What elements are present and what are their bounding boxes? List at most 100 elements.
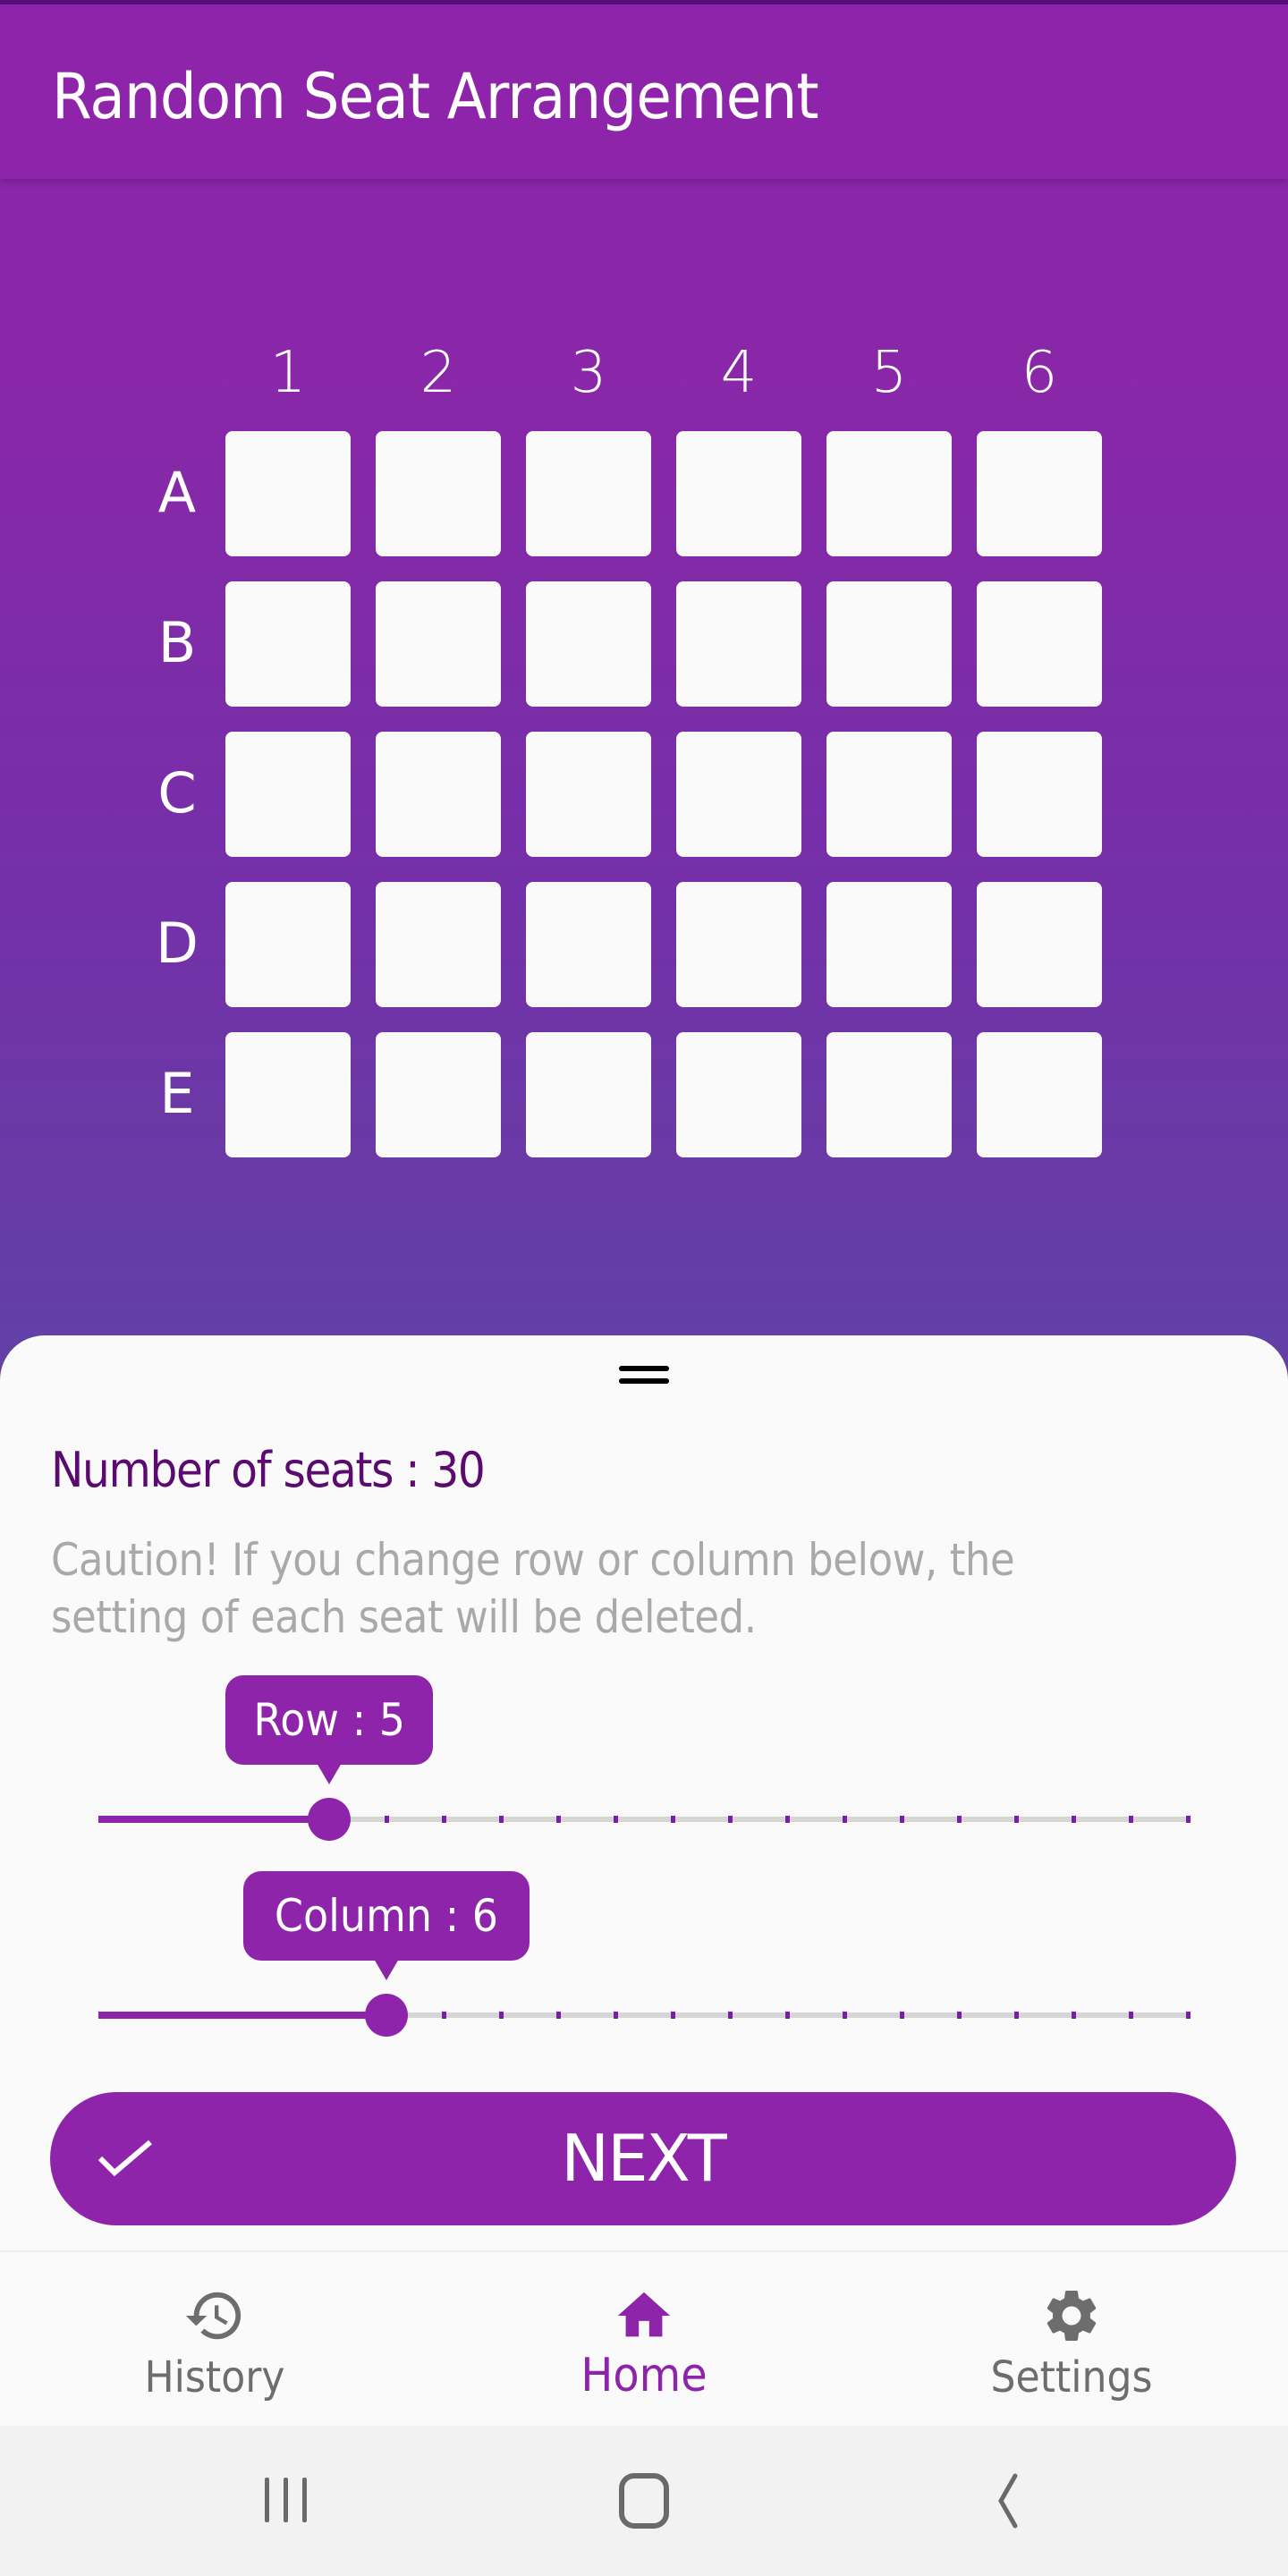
seat-E4[interactable] [676, 1032, 801, 1157]
row-header: D [156, 911, 199, 976]
home-system-icon[interactable] [610, 2465, 682, 2537]
row-slider[interactable] [89, 1792, 1199, 1846]
drag-handle-line[interactable] [619, 1378, 669, 1384]
slider-tick [900, 1816, 904, 1823]
nav-item-home[interactable]: Home [510, 2252, 778, 2428]
seat-E3[interactable] [526, 1032, 651, 1157]
caution-text: Caution! If you change row or column bel… [51, 1534, 1015, 1643]
column-header: 5 [870, 340, 908, 406]
bottom-navigation: History Home Settings [0, 2250, 1288, 2426]
slider-tick [1186, 2012, 1191, 2019]
column-header: 6 [1021, 340, 1058, 406]
seat-C2[interactable] [376, 732, 501, 857]
row-slider-thumb[interactable] [308, 1798, 351, 1841]
seat-D2[interactable] [376, 882, 501, 1007]
slider-tick [442, 2012, 446, 2019]
seat-C1[interactable] [225, 732, 351, 857]
column-slider-thumb[interactable] [365, 1994, 408, 2037]
nav-label-settings: Settings [990, 2352, 1153, 2402]
slider-tick [900, 2012, 904, 2019]
home-icon [617, 2292, 671, 2337]
row-value-label: Row : 5 [253, 1694, 406, 1746]
row-header: C [157, 760, 197, 826]
slider-tick [385, 1816, 389, 1823]
column-header: 1 [269, 340, 307, 406]
slider-tick [728, 1816, 733, 1823]
column-value-label: Column : 6 [274, 1890, 499, 1942]
seat-A5[interactable] [826, 431, 952, 556]
row-header: B [157, 610, 197, 675]
slider-tick [671, 1816, 675, 1823]
slider-tick [1129, 1816, 1133, 1823]
seat-E1[interactable] [225, 1032, 351, 1157]
seat-E2[interactable] [376, 1032, 501, 1157]
seat-B6[interactable] [977, 581, 1102, 707]
slider-tick [843, 2012, 847, 2019]
slider-track-fill [98, 2012, 386, 2019]
slider-tick [442, 1816, 446, 1823]
column-slider[interactable] [89, 1988, 1199, 2042]
seat-A4[interactable] [676, 431, 801, 556]
slider-tick [671, 2012, 675, 2019]
row-header: E [159, 1061, 195, 1126]
nav-label-home: Home [580, 2349, 708, 2402]
seat-A1[interactable] [225, 431, 351, 556]
seat-A6[interactable] [977, 431, 1102, 556]
back-icon[interactable] [970, 2465, 1042, 2537]
slider-tick [556, 2012, 561, 2019]
seat-B2[interactable] [376, 581, 501, 707]
slider-tick [614, 1816, 618, 1823]
next-button[interactable]: NEXT [50, 2092, 1236, 2225]
slider-tick [614, 2012, 618, 2019]
column-header: 2 [419, 340, 457, 406]
seat-C6[interactable] [977, 732, 1102, 857]
slider-tick [556, 1816, 561, 1823]
seat-C3[interactable] [526, 732, 651, 857]
slider-tick [1129, 2012, 1133, 2019]
column-header: 4 [720, 340, 758, 406]
seat-B3[interactable] [526, 581, 651, 707]
system-navigation-bar [0, 2426, 1288, 2576]
nav-item-history[interactable]: History [80, 2252, 349, 2428]
slider-tick [499, 2012, 504, 2019]
slider-tick [1072, 1816, 1076, 1823]
nav-item-settings[interactable]: Settings [937, 2252, 1206, 2428]
seat-D5[interactable] [826, 882, 952, 1007]
seat-E5[interactable] [826, 1032, 952, 1157]
slider-tick [785, 1816, 790, 1823]
seat-A3[interactable] [526, 431, 651, 556]
recent-apps-icon[interactable] [250, 2465, 322, 2537]
seat-B4[interactable] [676, 581, 801, 707]
history-icon [185, 2292, 242, 2340]
row-value-tooltip: Row : 5 [225, 1675, 434, 1784]
next-button-label: NEXT [561, 2121, 726, 2196]
seat-E6[interactable] [977, 1032, 1102, 1157]
slider-tick [1014, 2012, 1019, 2019]
seat-D6[interactable] [977, 882, 1102, 1007]
slider-tick [499, 1816, 504, 1823]
gear-icon [1046, 2291, 1097, 2341]
slider-tick [957, 2012, 962, 2019]
column-value-tooltip: Column : 6 [243, 1871, 530, 1980]
drag-handle-line[interactable] [619, 1366, 669, 1371]
seat-C4[interactable] [676, 732, 801, 857]
seat-D4[interactable] [676, 882, 801, 1007]
seat-count-label: Number of seats : 30 [51, 1442, 486, 1498]
slider-tick [728, 2012, 733, 2019]
seat-D3[interactable] [526, 882, 651, 1007]
slider-track-fill [98, 1816, 329, 1823]
seat-A2[interactable] [376, 431, 501, 556]
app-title: Random Seat Arrangement [52, 60, 819, 133]
seat-B1[interactable] [225, 581, 351, 707]
slider-tick [785, 2012, 790, 2019]
slider-tick [1014, 1816, 1019, 1823]
nav-label-history: History [144, 2352, 285, 2402]
app-bar: Random Seat Arrangement [0, 4, 1288, 179]
slider-tick [957, 1816, 962, 1823]
slider-tick [843, 1816, 847, 1823]
seat-C5[interactable] [826, 732, 952, 857]
column-header: 3 [570, 340, 607, 406]
row-header: A [157, 460, 197, 525]
seat-B5[interactable] [826, 581, 952, 707]
seat-D1[interactable] [225, 882, 351, 1007]
